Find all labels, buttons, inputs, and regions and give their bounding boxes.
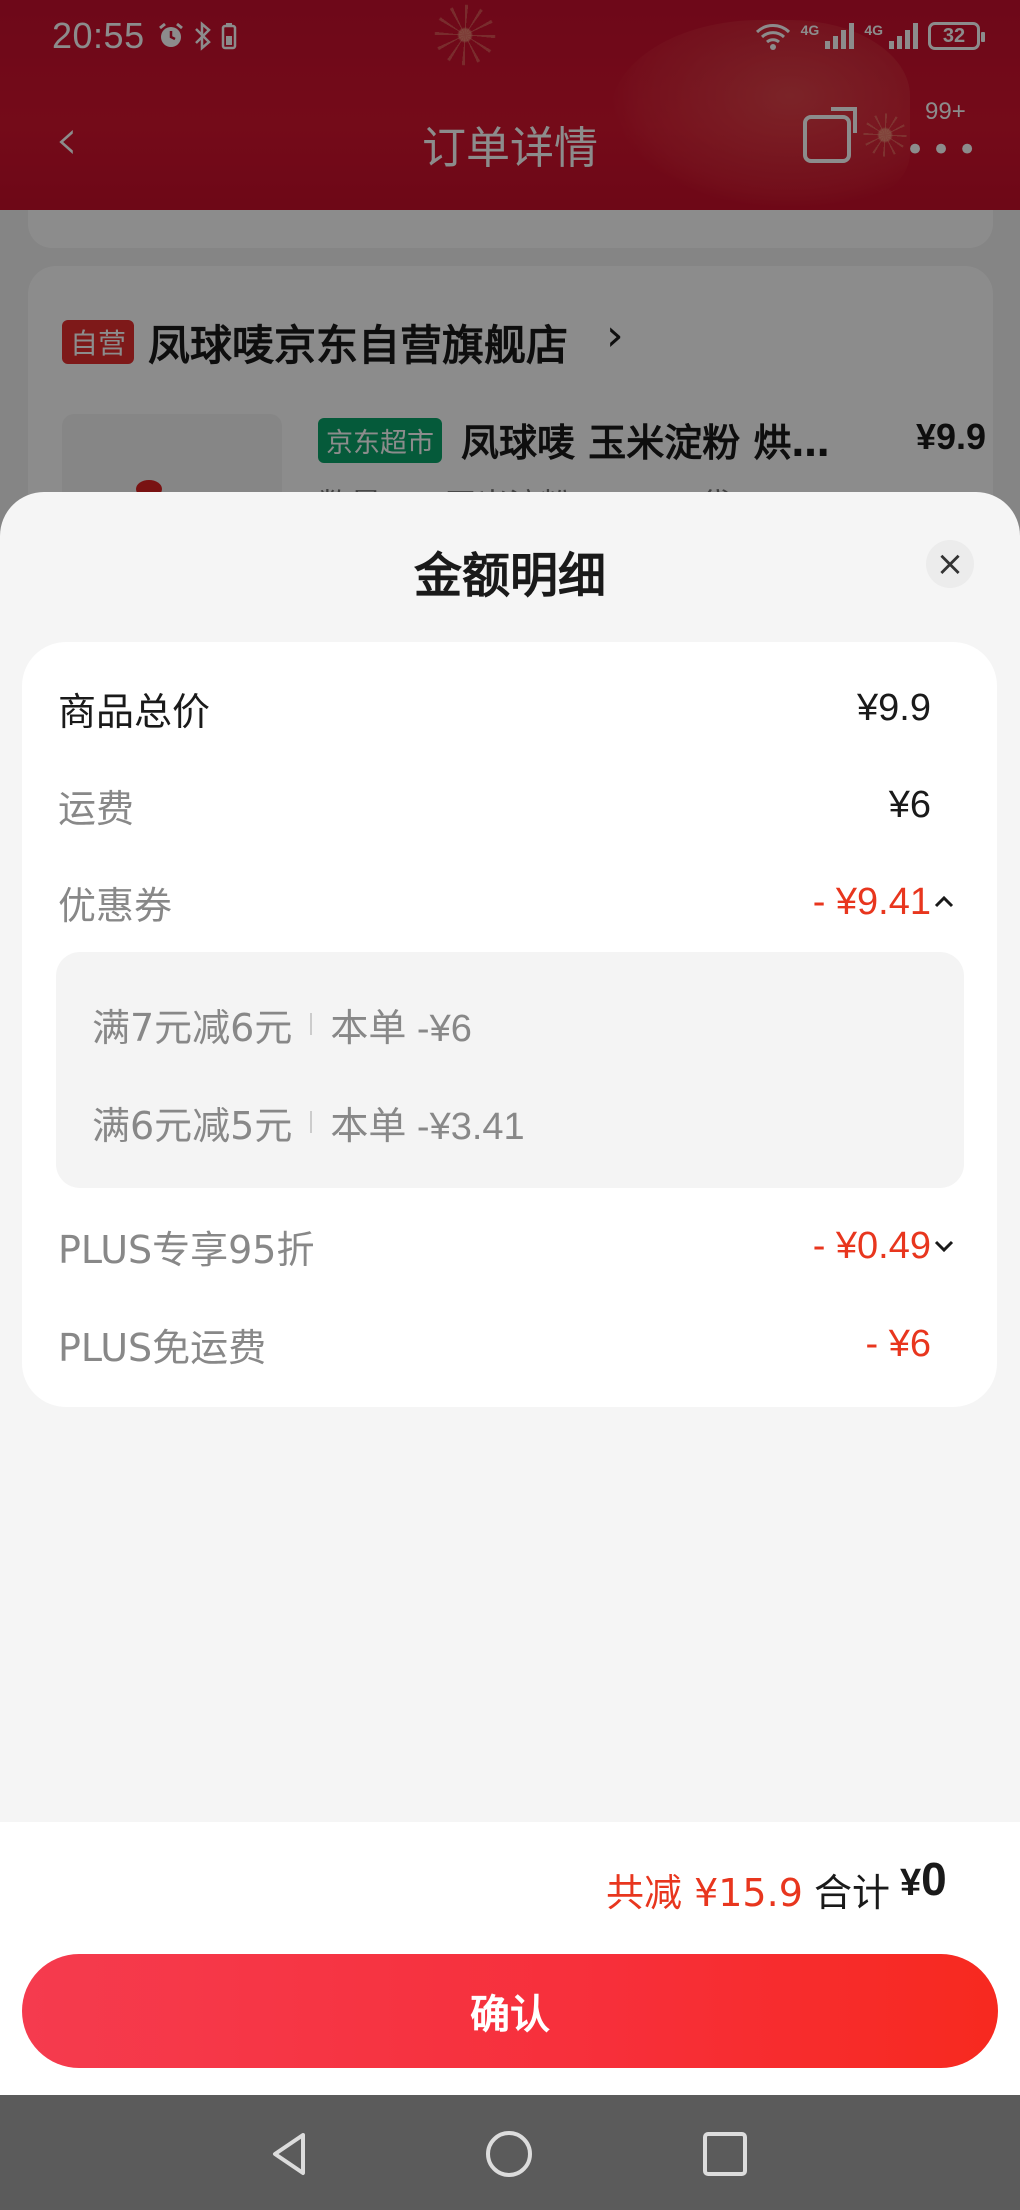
square-recents-icon (703, 2132, 747, 2176)
system-home-button[interactable] (484, 2129, 534, 2179)
close-button[interactable]: × (926, 540, 974, 588)
plus-free-shipping-row: PLUS免运费 - ¥6 (58, 1314, 957, 1374)
coupon-label: 优惠券 (58, 883, 173, 928)
shipping-label: 运费 (58, 786, 135, 831)
coupon-value: - ¥9.41 (812, 880, 931, 923)
coupon-rule: 满6元减5元 (92, 1103, 293, 1148)
coupon-item: 满6元减5元 本单 -¥3.41 (92, 1092, 525, 1152)
goods-total-row: 商品总价 ¥9.9 (58, 678, 957, 738)
system-nav-bar (0, 2095, 1020, 2210)
divider (310, 1111, 313, 1133)
triangle-back-icon (273, 2133, 305, 2175)
chevron-down-icon[interactable] (931, 1226, 957, 1266)
coupon-applied-amount: 本单 -¥3.41 (330, 1105, 525, 1148)
chevron-up-icon[interactable] (931, 882, 957, 922)
goods-total-value: ¥9.9 (857, 686, 931, 729)
coupon-row[interactable]: 优惠券 - ¥9.41 (58, 872, 957, 932)
summary-bar: 共减 ¥15.9 合计 ¥0 (0, 1822, 1020, 1944)
goods-total-label: 商品总价 (58, 689, 211, 734)
shipping-value: ¥6 (888, 783, 931, 826)
coupon-rule: 满7元减6元 (92, 1005, 293, 1050)
plus-discount-label: PLUS专享95折 (58, 1227, 315, 1272)
divider (310, 1013, 313, 1035)
plus-discount-row[interactable]: PLUS专享95折 - ¥0.49 (58, 1216, 957, 1276)
total-value: 0 (921, 1853, 947, 1905)
close-icon: × (935, 544, 965, 584)
coupon-breakdown: 满7元减6元 本单 -¥6 满6元减5元 本单 -¥3.41 (56, 952, 964, 1188)
circle-home-icon (486, 2131, 532, 2177)
coupon-applied-amount: 本单 -¥6 (330, 1007, 472, 1050)
coupon-item: 满7元减6元 本单 -¥6 (92, 994, 472, 1054)
amount-detail-card: 商品总价 ¥9.9 运费 ¥6 优惠券 - ¥9.41 满7元减6元 本单 -¥… (22, 642, 997, 1407)
plus-free-shipping-label: PLUS免运费 (58, 1325, 267, 1370)
system-back-button[interactable] (265, 2129, 315, 2179)
shipping-row: 运费 ¥6 (58, 775, 957, 835)
currency-symbol: ¥ (900, 1862, 922, 1904)
plus-free-shipping-value: - ¥6 (865, 1322, 931, 1365)
confirm-button[interactable]: 确认 (22, 1954, 998, 2068)
plus-discount-value: - ¥0.49 (812, 1224, 931, 1267)
total-reduced: 共减 ¥15.9 (606, 1871, 803, 1915)
sheet-title: 金额明细 (413, 548, 606, 604)
total-label: 合计 (814, 1871, 891, 1915)
system-recents-button[interactable] (700, 2129, 750, 2179)
total-amount: ¥0 (900, 1852, 947, 1906)
footer: 确认 (0, 1944, 1020, 2095)
amount-detail-sheet: 金额明细 × 商品总价 ¥9.9 运费 ¥6 优惠券 - ¥9.41 满7元减6… (0, 492, 1020, 2095)
